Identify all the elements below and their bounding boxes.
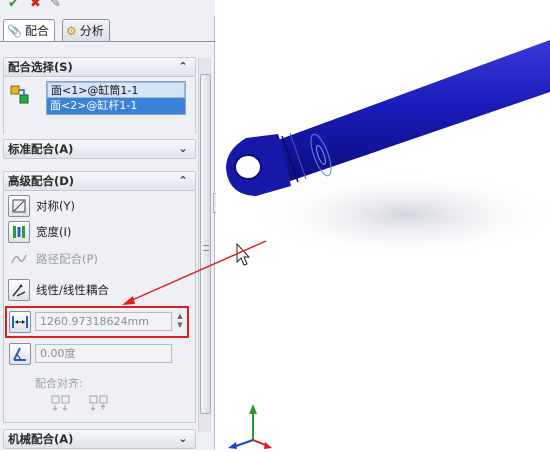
tab-mate[interactable]: 📎 配合 xyxy=(3,19,55,41)
annotation-arrow xyxy=(122,240,267,305)
paperclip-icon: 📎 xyxy=(7,23,22,38)
tab-mate-label: 配合 xyxy=(24,24,49,38)
